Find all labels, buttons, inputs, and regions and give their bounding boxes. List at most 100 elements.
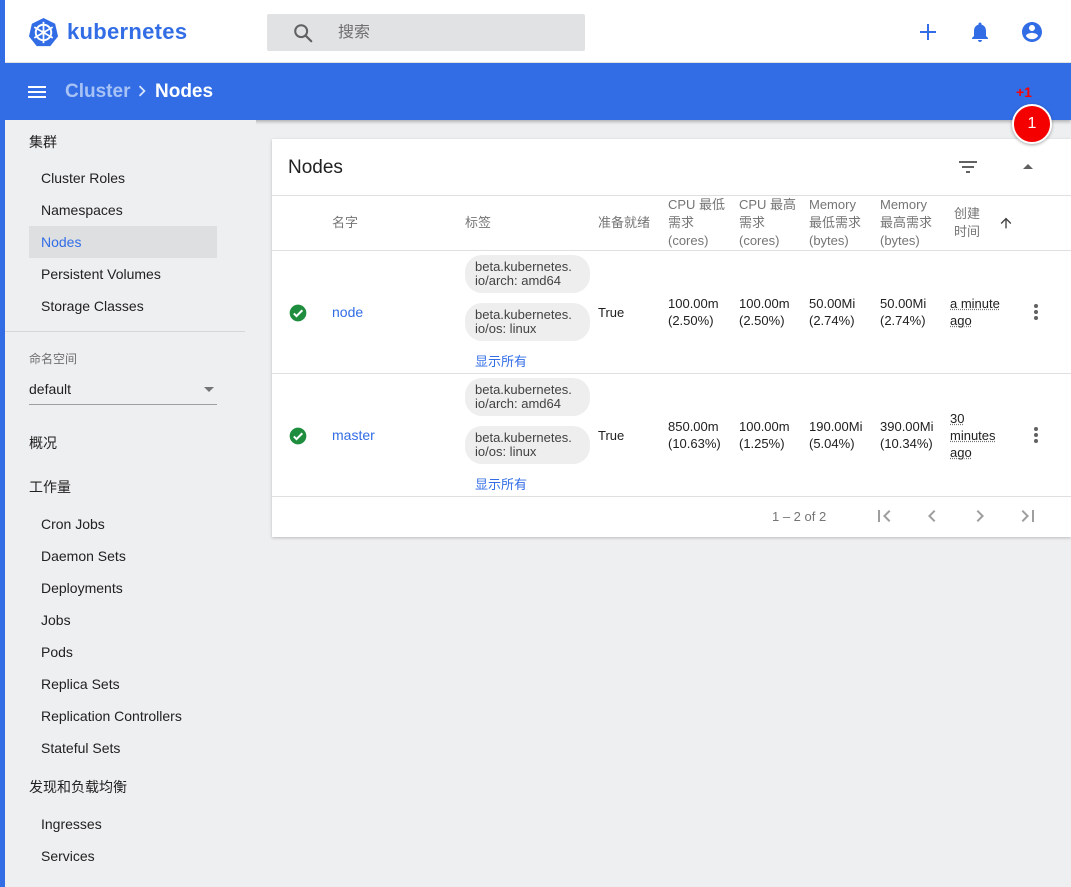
header-line: 最低需求 bbox=[809, 215, 862, 230]
check-circle-icon bbox=[289, 427, 307, 445]
first-page-icon[interactable] bbox=[872, 504, 896, 528]
header-line: CPU 最高 bbox=[739, 197, 797, 212]
header-line: 创建 bbox=[954, 206, 981, 221]
last-page-icon[interactable] bbox=[1016, 504, 1040, 528]
arrow-upward-icon[interactable] bbox=[998, 215, 1014, 231]
filter-list-icon[interactable] bbox=[956, 155, 980, 179]
label-chip[interactable]: beta.kubernetes. io/os: linux bbox=[465, 303, 590, 341]
label-chip[interactable]: beta.kubernetes. io/arch: amd64 bbox=[465, 378, 590, 416]
value-line: 50.00Mi bbox=[880, 296, 927, 311]
plus-icon[interactable] bbox=[916, 20, 940, 44]
header-line: (bytes) bbox=[809, 233, 849, 248]
breadcrumb-current: Nodes bbox=[155, 81, 214, 102]
column-header-cpu-limits: CPU 最高 需求 (cores) bbox=[739, 196, 796, 250]
value-line: (2.74%) bbox=[880, 313, 926, 328]
namespace-label: 命名空间 bbox=[29, 352, 78, 366]
time-line: 30 bbox=[950, 411, 965, 426]
check-circle-icon bbox=[289, 304, 307, 322]
annotation-increment: +1 bbox=[1016, 84, 1032, 100]
value-line: (5.04%) bbox=[809, 436, 855, 451]
sidebar-item-stateful-sets[interactable]: Stateful Sets bbox=[29, 732, 217, 764]
value-line: (2.50%) bbox=[668, 313, 714, 328]
cpu-limits-value: 100.00m (1.25%) bbox=[739, 418, 790, 452]
chevron-right-icon bbox=[138, 85, 146, 97]
arrow-drop-up-icon[interactable] bbox=[1016, 155, 1040, 179]
window-left-edge bbox=[0, 0, 5, 887]
app-name: kubernetes bbox=[67, 19, 188, 44]
created-time: a minute ago bbox=[950, 295, 1010, 329]
sidebar-heading-cluster[interactable]: 集群 bbox=[29, 132, 57, 152]
column-header-created[interactable]: 创建 时间 bbox=[954, 205, 980, 241]
row-divider bbox=[272, 496, 1071, 497]
namespace-select[interactable]: default bbox=[29, 375, 217, 405]
time-line: ago bbox=[950, 313, 972, 328]
sidebar-item-namespaces[interactable]: Namespaces bbox=[29, 194, 217, 226]
column-header-memory-requests: Memory 最低需求 (bytes) bbox=[809, 196, 861, 250]
sidebar-item-persistent-volumes[interactable]: Persistent Volumes bbox=[29, 258, 217, 290]
sidebar-item-daemon-sets[interactable]: Daemon Sets bbox=[29, 540, 217, 572]
value-line: 190.00Mi bbox=[809, 419, 863, 434]
sidebar: 集群 Cluster Roles Namespaces Nodes Persis… bbox=[5, 120, 256, 887]
pagination-range: 1 – 2 of 2 bbox=[772, 509, 827, 524]
sidebar-item-cluster-roles[interactable]: Cluster Roles bbox=[29, 162, 217, 194]
column-header-name[interactable]: 名字 bbox=[332, 214, 358, 232]
breadcrumb-cluster-link[interactable]: Cluster bbox=[65, 81, 130, 103]
header-line: 需求 bbox=[668, 215, 695, 230]
namespace-value: default bbox=[29, 381, 72, 397]
value-line: 100.00m bbox=[739, 296, 790, 311]
show-all-labels-link[interactable]: 显示所有 bbox=[475, 474, 527, 493]
time-line: minutes bbox=[950, 428, 996, 443]
sidebar-item-nodes[interactable]: Nodes bbox=[29, 226, 217, 258]
chevron-left-icon[interactable] bbox=[920, 504, 944, 528]
value-line: 390.00Mi bbox=[880, 419, 934, 434]
chip-line: beta.kubernetes. bbox=[475, 307, 572, 322]
card-title: Nodes bbox=[288, 157, 343, 178]
node-name-link[interactable]: master bbox=[332, 427, 375, 443]
show-all-labels-link[interactable]: 显示所有 bbox=[475, 351, 527, 370]
sidebar-item-replica-sets[interactable]: Replica Sets bbox=[29, 668, 217, 700]
search-input[interactable] bbox=[338, 23, 568, 42]
sidebar-item-ingresses[interactable]: Ingresses bbox=[29, 808, 217, 840]
menu-icon[interactable] bbox=[25, 80, 49, 104]
value-line: (10.63%) bbox=[668, 436, 721, 451]
sidebar-heading-discovery[interactable]: 发现和负载均衡 bbox=[29, 777, 127, 797]
bell-icon[interactable] bbox=[968, 20, 992, 44]
sidebar-item-cron-jobs[interactable]: Cron Jobs bbox=[29, 508, 217, 540]
search-bar[interactable] bbox=[267, 14, 585, 51]
memory-limits-value: 390.00Mi (10.34%) bbox=[880, 418, 933, 452]
more-vert-icon[interactable] bbox=[1024, 300, 1048, 324]
chip-line: beta.kubernetes. bbox=[475, 382, 572, 397]
more-vert-icon[interactable] bbox=[1024, 423, 1048, 447]
chevron-right-icon[interactable] bbox=[968, 504, 992, 528]
account-circle-icon[interactable] bbox=[1020, 20, 1044, 44]
value-line: (1.25%) bbox=[739, 436, 785, 451]
nodes-card: Nodes 名字 标签 准备就绪 CPU 最低 需求 (cores) CPU 最… bbox=[272, 139, 1071, 537]
chip-line: io/arch: amd64 bbox=[475, 273, 561, 288]
label-chip[interactable]: beta.kubernetes. io/arch: amd64 bbox=[465, 255, 590, 293]
chip-line: io/arch: amd64 bbox=[475, 396, 561, 411]
sidebar-item-deployments[interactable]: Deployments bbox=[29, 572, 217, 604]
sidebar-item-pods[interactable]: Pods bbox=[29, 636, 217, 668]
chip-line: io/os: linux bbox=[475, 321, 537, 336]
memory-requests-value: 190.00Mi (5.04%) bbox=[809, 418, 862, 452]
ready-value: True bbox=[598, 428, 625, 443]
cpu-requests-value: 850.00m (10.63%) bbox=[668, 418, 721, 452]
value-line: (2.74%) bbox=[809, 313, 855, 328]
sidebar-item-jobs[interactable]: Jobs bbox=[29, 604, 217, 636]
kubernetes-logo[interactable]: kubernetes bbox=[28, 16, 187, 48]
column-header-ready: 准备就绪 bbox=[598, 215, 651, 230]
cpu-requests-value: 100.00m (2.50%) bbox=[668, 295, 719, 329]
sidebar-heading-workloads[interactable]: 工作量 bbox=[29, 477, 71, 497]
header-line: 时间 bbox=[954, 224, 981, 239]
chip-line: beta.kubernetes. bbox=[475, 430, 572, 445]
column-header-memory-limits: Memory 最高需求 (bytes) bbox=[880, 196, 932, 250]
label-chip[interactable]: beta.kubernetes. io/os: linux bbox=[465, 426, 590, 464]
sidebar-item-overview[interactable]: 概况 bbox=[29, 433, 57, 453]
value-line: 50.00Mi bbox=[809, 296, 856, 311]
sidebar-item-storage-classes[interactable]: Storage Classes bbox=[29, 290, 217, 322]
header-line: Memory bbox=[809, 197, 856, 212]
sidebar-item-replication-controllers[interactable]: Replication Controllers bbox=[29, 700, 217, 732]
node-name-link[interactable]: node bbox=[332, 304, 363, 320]
sidebar-item-services[interactable]: Services bbox=[29, 840, 217, 872]
header-line: CPU 最低 bbox=[668, 197, 726, 212]
